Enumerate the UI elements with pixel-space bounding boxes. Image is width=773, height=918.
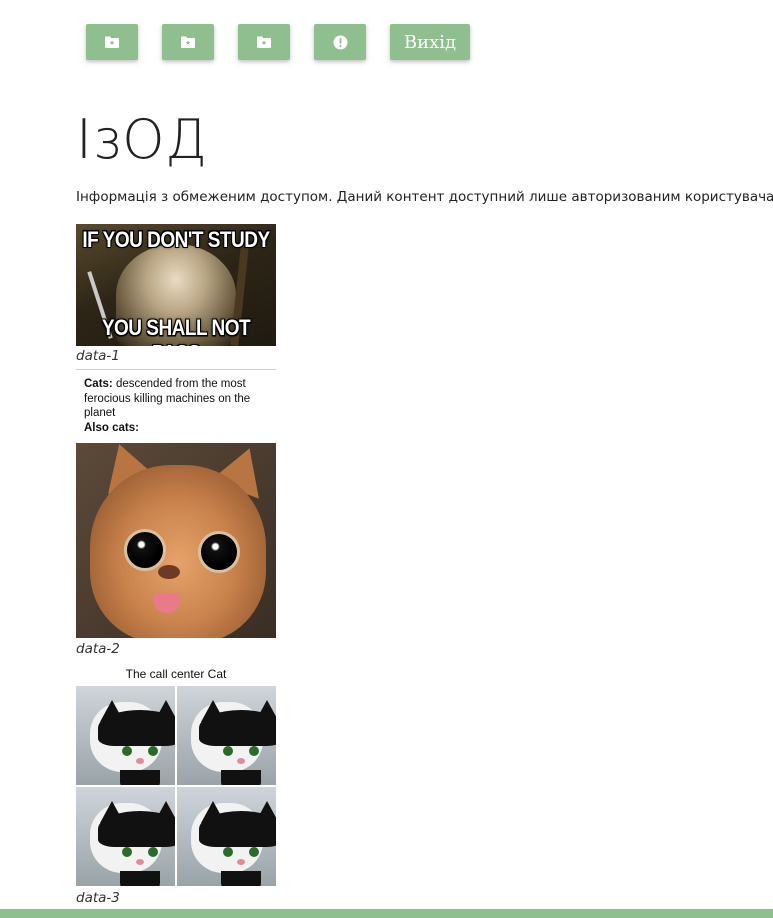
footer-bar — [0, 909, 773, 918]
bw-cat-eye — [148, 746, 158, 756]
bw-cat-ear — [154, 700, 175, 722]
cat-eye — [124, 529, 166, 571]
cat-panel — [177, 787, 276, 886]
bw-cat-mouth — [120, 871, 160, 886]
bw-cat-ear — [201, 700, 225, 722]
page-title: ІзОД — [76, 108, 208, 171]
bw-cat-ear — [255, 801, 276, 823]
meme-image-3 — [76, 686, 276, 887]
meme-top-text: IF YOU DON'T STUDY — [82, 228, 270, 253]
image-caption-2: data-2 — [76, 641, 120, 657]
bw-cat-mouth — [120, 770, 160, 785]
bw-cat-ear — [201, 801, 225, 823]
bw-cat-eye — [223, 746, 233, 756]
bw-cat-eye — [122, 746, 132, 756]
bw-cat-head — [191, 801, 276, 886]
meme-text-bold-1: Cats: — [84, 378, 113, 390]
meme-image-1: IF YOU DON'T STUDY YOU SHALL NOT PASS — [76, 224, 276, 346]
bw-cat-nose — [237, 758, 245, 764]
cat-eye — [198, 531, 240, 573]
toolbar: Вихід — [86, 24, 470, 60]
meme-bottom-text: YOU SHALL NOT PASS — [101, 316, 251, 346]
bw-cat-nose — [136, 859, 144, 865]
folder-button-1[interactable] — [86, 24, 138, 60]
folder-button-2[interactable] — [162, 24, 214, 60]
divider — [76, 369, 276, 370]
alert-button[interactable] — [314, 24, 366, 60]
bw-cat-head — [90, 700, 175, 785]
restricted-info-text: Інформація з обмеженим доступом. Даний к… — [76, 189, 773, 205]
bw-cat-ear — [255, 700, 276, 722]
bw-cat-ear — [100, 700, 124, 722]
bw-cat-eye — [122, 847, 132, 857]
meme-image-2 — [76, 443, 276, 638]
cat-panel — [76, 686, 175, 785]
bw-cat-mouth — [221, 770, 261, 785]
bw-cat-eye — [249, 847, 259, 857]
bw-cat-eye — [249, 746, 259, 756]
bw-cat-nose — [136, 758, 144, 764]
folder-star-icon — [105, 36, 119, 48]
image-caption-3: data-3 — [76, 890, 120, 906]
bw-cat-eye — [148, 847, 158, 857]
cat-panel — [76, 787, 175, 886]
bw-cat-ear — [154, 801, 175, 823]
folder-button-3[interactable] — [238, 24, 290, 60]
bw-cat-ear — [100, 801, 124, 823]
folder-star-icon — [257, 36, 271, 48]
cat-nose — [158, 565, 180, 579]
bw-cat-head — [90, 801, 175, 886]
bw-cat-eye — [223, 847, 233, 857]
cat-panel — [177, 686, 276, 785]
bw-cat-head — [191, 700, 276, 785]
image-caption-1: data-1 — [76, 348, 120, 364]
logout-button[interactable]: Вихід — [390, 24, 470, 60]
bw-cat-mouth — [221, 871, 261, 886]
cat-tongue — [154, 593, 180, 613]
cat-face — [90, 465, 266, 638]
meme-title-3: The call center Cat — [125, 667, 227, 681]
meme-text-2: Cats: descended from the most ferocious … — [84, 377, 270, 435]
alert-circle-icon — [333, 35, 348, 50]
folder-star-icon — [181, 36, 195, 48]
bw-cat-nose — [237, 859, 245, 865]
meme-text-bold-2: Also cats: — [84, 421, 139, 434]
